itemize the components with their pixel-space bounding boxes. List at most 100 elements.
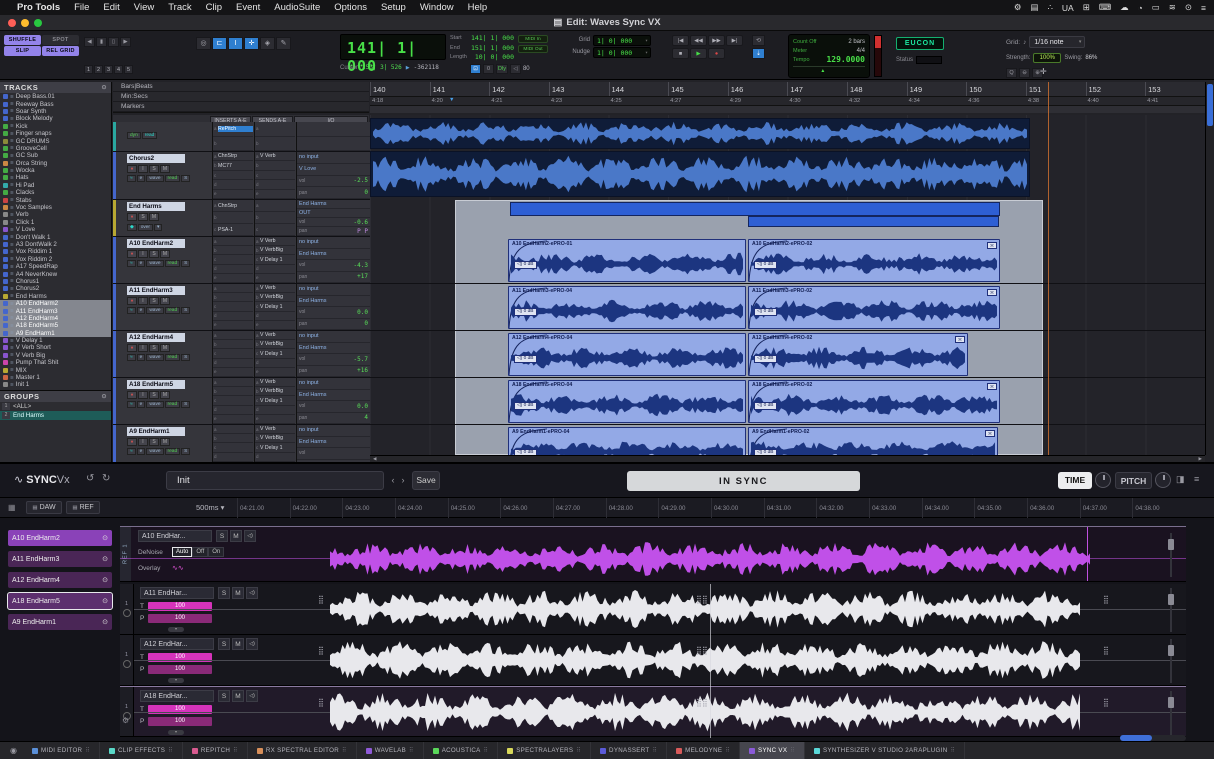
audio-clip[interactable]: A10 EndHarm2-ePRO-02 ◁) 0 dB ≍ — [748, 239, 1000, 282]
insert-slot[interactable]: PSA-1 — [218, 227, 253, 233]
mute-button[interactable]: M — [160, 297, 170, 305]
input-monitor-button[interactable]: I — [138, 250, 148, 258]
input-selector[interactable]: no input — [297, 152, 370, 164]
track-list-item[interactable]: ≋ GrooveCell — [0, 145, 111, 152]
time-amount-knob[interactable] — [1095, 472, 1111, 488]
send-slot[interactable]: V VerbBig — [260, 435, 295, 441]
pan-value[interactable]: 0 — [364, 320, 368, 327]
solo-button[interactable]: S — [216, 530, 228, 542]
zoom-out-button[interactable]: ⊖ — [1019, 68, 1030, 78]
track-list-name[interactable]: A3 DontWalk 2 — [16, 241, 57, 248]
send-slot[interactable]: V Verb — [260, 238, 295, 244]
track-list-name[interactable]: V Love — [16, 226, 35, 233]
zero-chip[interactable]: 0 — [483, 64, 494, 74]
edit-tool-button[interactable]: ✎ — [276, 37, 291, 50]
track-list-item[interactable]: ≋ Soar Synth — [0, 108, 111, 115]
track-list-item[interactable]: ≋ Wocka — [0, 167, 111, 174]
sync-anchor-handle[interactable]: ⣿ — [1103, 646, 1111, 674]
status-icon[interactable]: ∴ — [1047, 2, 1052, 13]
zoom-preset-button[interactable]: 3 — [104, 65, 113, 74]
horizontal-scrollbar[interactable]: ◀ ▶ — [370, 455, 1205, 462]
track-nameplate[interactable]: Chorus2 — [127, 154, 185, 163]
track-list-name[interactable]: Vox Riddim 1 — [16, 248, 52, 255]
input-selector[interactable]: End Harms — [297, 200, 370, 209]
track-list-item[interactable]: ≋ MIX — [0, 366, 111, 373]
edit-mode-button[interactable]: SHUFFLE — [4, 35, 41, 45]
waveform-view-chip[interactable]: ≈ — [127, 260, 136, 267]
main-counter[interactable]: 141| 1| 000 — [340, 34, 446, 60]
vertical-scrollbar[interactable] — [1205, 82, 1214, 455]
input-monitor-button[interactable]: I — [138, 165, 148, 173]
pan-value[interactable]: +17 — [357, 273, 368, 280]
menu-item[interactable]: Help — [461, 2, 495, 13]
zoom-preset-button[interactable]: 5 — [124, 65, 133, 74]
prev-preset-button[interactable]: ‹ — [388, 471, 398, 490]
sync-anchor-handle[interactable]: ⣿⣿ — [696, 646, 704, 674]
track-list-name[interactable]: V Verb Big — [16, 352, 45, 359]
track-list-name[interactable]: Init 1 — [16, 381, 29, 388]
zoom-resolution-dropdown[interactable]: 500ms ▾ — [196, 503, 224, 512]
rewind-button[interactable]: ◀◀ — [690, 35, 707, 46]
track-list-item[interactable]: ≋ Clacks — [0, 189, 111, 196]
groups-panel-header[interactable]: GROUPS⊙ — [0, 391, 111, 402]
track-list-name[interactable]: Pump That Shit — [16, 359, 59, 366]
mute-button[interactable]: M — [160, 250, 170, 258]
plugin-track-chip[interactable]: A18 EndHarm5 ⊙ — [8, 593, 112, 609]
view-selector-chip[interactable]: wave — [146, 175, 163, 182]
edit-mode-button[interactable]: SLIP — [4, 46, 41, 56]
speaker-chip[interactable]: ◁ — [510, 64, 521, 74]
ref-tab-label[interactable]: REF 1 — [120, 527, 131, 581]
send-slot[interactable]: V Delay 1 — [260, 398, 295, 404]
menu-item[interactable]: File — [67, 2, 96, 13]
meter-value[interactable]: 4/4 — [857, 48, 865, 54]
track-list-name[interactable]: A10 EndHarm2 — [16, 300, 58, 307]
ref-track-name[interactable]: A10 EndHar... — [138, 530, 212, 542]
clip-gain-badge[interactable]: ◁) 0 dB — [514, 261, 537, 269]
send-slot[interactable]: V Delay 1 — [260, 257, 295, 263]
input-monitor-button[interactable]: I — [138, 297, 148, 305]
crossfade-icon[interactable]: ≍ — [955, 336, 965, 343]
visibility-eye-icon[interactable]: ⊙ — [102, 597, 108, 605]
collapse-handle[interactable]: ▾ — [168, 730, 184, 735]
speaker-button[interactable]: ◁) — [246, 638, 258, 650]
track-list-item[interactable]: ≋ A11 EndHarm3 — [0, 307, 111, 314]
volume-value[interactable]: -4.3 — [354, 262, 368, 269]
mute-button[interactable]: M — [149, 213, 159, 221]
min-secs-ruler-label[interactable]: Min:Secs — [113, 92, 369, 102]
zoom-preset-button[interactable]: 4 — [114, 65, 123, 74]
menu-item[interactable]: Setup — [374, 2, 413, 13]
record-enable-button[interactable]: ● — [127, 297, 137, 305]
tempo-slider-thumb[interactable]: ▲ — [820, 68, 825, 74]
track-list-item[interactable]: ≋ A17 SpeedRap — [0, 263, 111, 270]
plugin-track-chip[interactable]: A11 EndHarm3 ⊙ — [8, 551, 112, 567]
solo-button[interactable]: S — [149, 344, 159, 352]
track-list-item[interactable]: ≋ A12 EndHarm4 — [0, 315, 111, 322]
track-list-item[interactable]: ≋ Click 1 — [0, 219, 111, 226]
track-list-item[interactable]: ≋ Vox Riddim 2 — [0, 256, 111, 263]
markers-ruler-label[interactable]: Markers — [113, 102, 369, 112]
solo-button[interactable]: S — [218, 638, 230, 650]
output-selector[interactable]: End Harms — [297, 249, 370, 261]
level-fader[interactable] — [874, 35, 882, 77]
clip-gain-badge[interactable]: ◁) 0 dB — [754, 402, 777, 410]
zoom-window-button[interactable] — [34, 19, 42, 27]
preroll-value[interactable]: 80 — [523, 66, 530, 72]
track-list-item[interactable]: ≋ V Love — [0, 226, 111, 233]
mute-button[interactable]: M — [232, 638, 244, 650]
sync-anchor-handle[interactable]: ⣿⣿ — [696, 698, 704, 726]
mute-button[interactable]: M — [160, 344, 170, 352]
track-list-name[interactable]: Clacks — [16, 189, 35, 196]
edit-tool-button[interactable]: ✛ — [244, 37, 259, 50]
track-list-name[interactable]: A17 SpeedRap — [16, 263, 58, 270]
eye-icon[interactable]: ⊙ — [101, 84, 107, 91]
pan-value[interactable]: 0 — [364, 189, 368, 196]
sync-anchor-handle[interactable]: ⣿ — [1103, 595, 1111, 623]
menu-item[interactable]: Pro Tools — [10, 2, 67, 13]
record-enable-button[interactable]: ● — [127, 213, 137, 221]
track-nameplate[interactable]: A12 EndHarm4 — [127, 333, 185, 342]
track-list-item[interactable]: ≋ Verb — [0, 211, 111, 218]
track-list-name[interactable]: Hi Pad — [16, 182, 35, 189]
output-selector[interactable]: End Harms — [297, 343, 370, 355]
status-icon[interactable]: ▭ — [1152, 2, 1160, 13]
output-selector[interactable]: End Harms — [297, 390, 370, 402]
